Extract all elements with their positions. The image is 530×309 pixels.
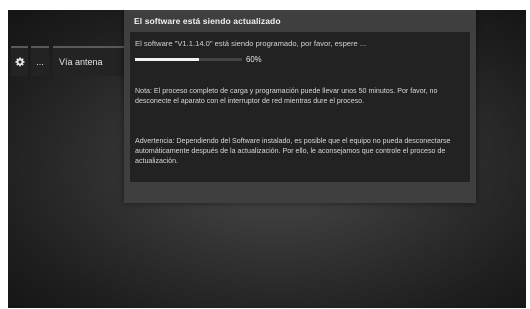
update-dialog: El software está siendo actualizado El s… (124, 10, 476, 203)
duration-note: Nota: El proceso completo de carga y pro… (135, 87, 438, 105)
update-status-text: El software "V1.1.14.0" está siendo prog… (135, 39, 367, 48)
update-progress-bar (135, 58, 242, 61)
settings-button[interactable] (11, 46, 28, 76)
dialog-title: El software está siendo actualizado (134, 16, 281, 26)
gear-icon (14, 57, 24, 67)
more-options-button[interactable]: ... (31, 46, 49, 76)
update-progress-label: 60% (246, 55, 262, 64)
tv-screen: ... Vía antena El software está siendo a… (8, 10, 526, 308)
update-progress-fill (135, 58, 200, 61)
source-antenna-label: Vía antena (59, 57, 103, 67)
dialog-body: El software "V1.1.14.0" está siendo prog… (130, 32, 470, 182)
more-options-label: ... (36, 57, 44, 67)
source-antenna-button[interactable]: Vía antena (53, 46, 125, 76)
warning-note: Advertencia: Dependiendo del Software in… (135, 137, 451, 165)
